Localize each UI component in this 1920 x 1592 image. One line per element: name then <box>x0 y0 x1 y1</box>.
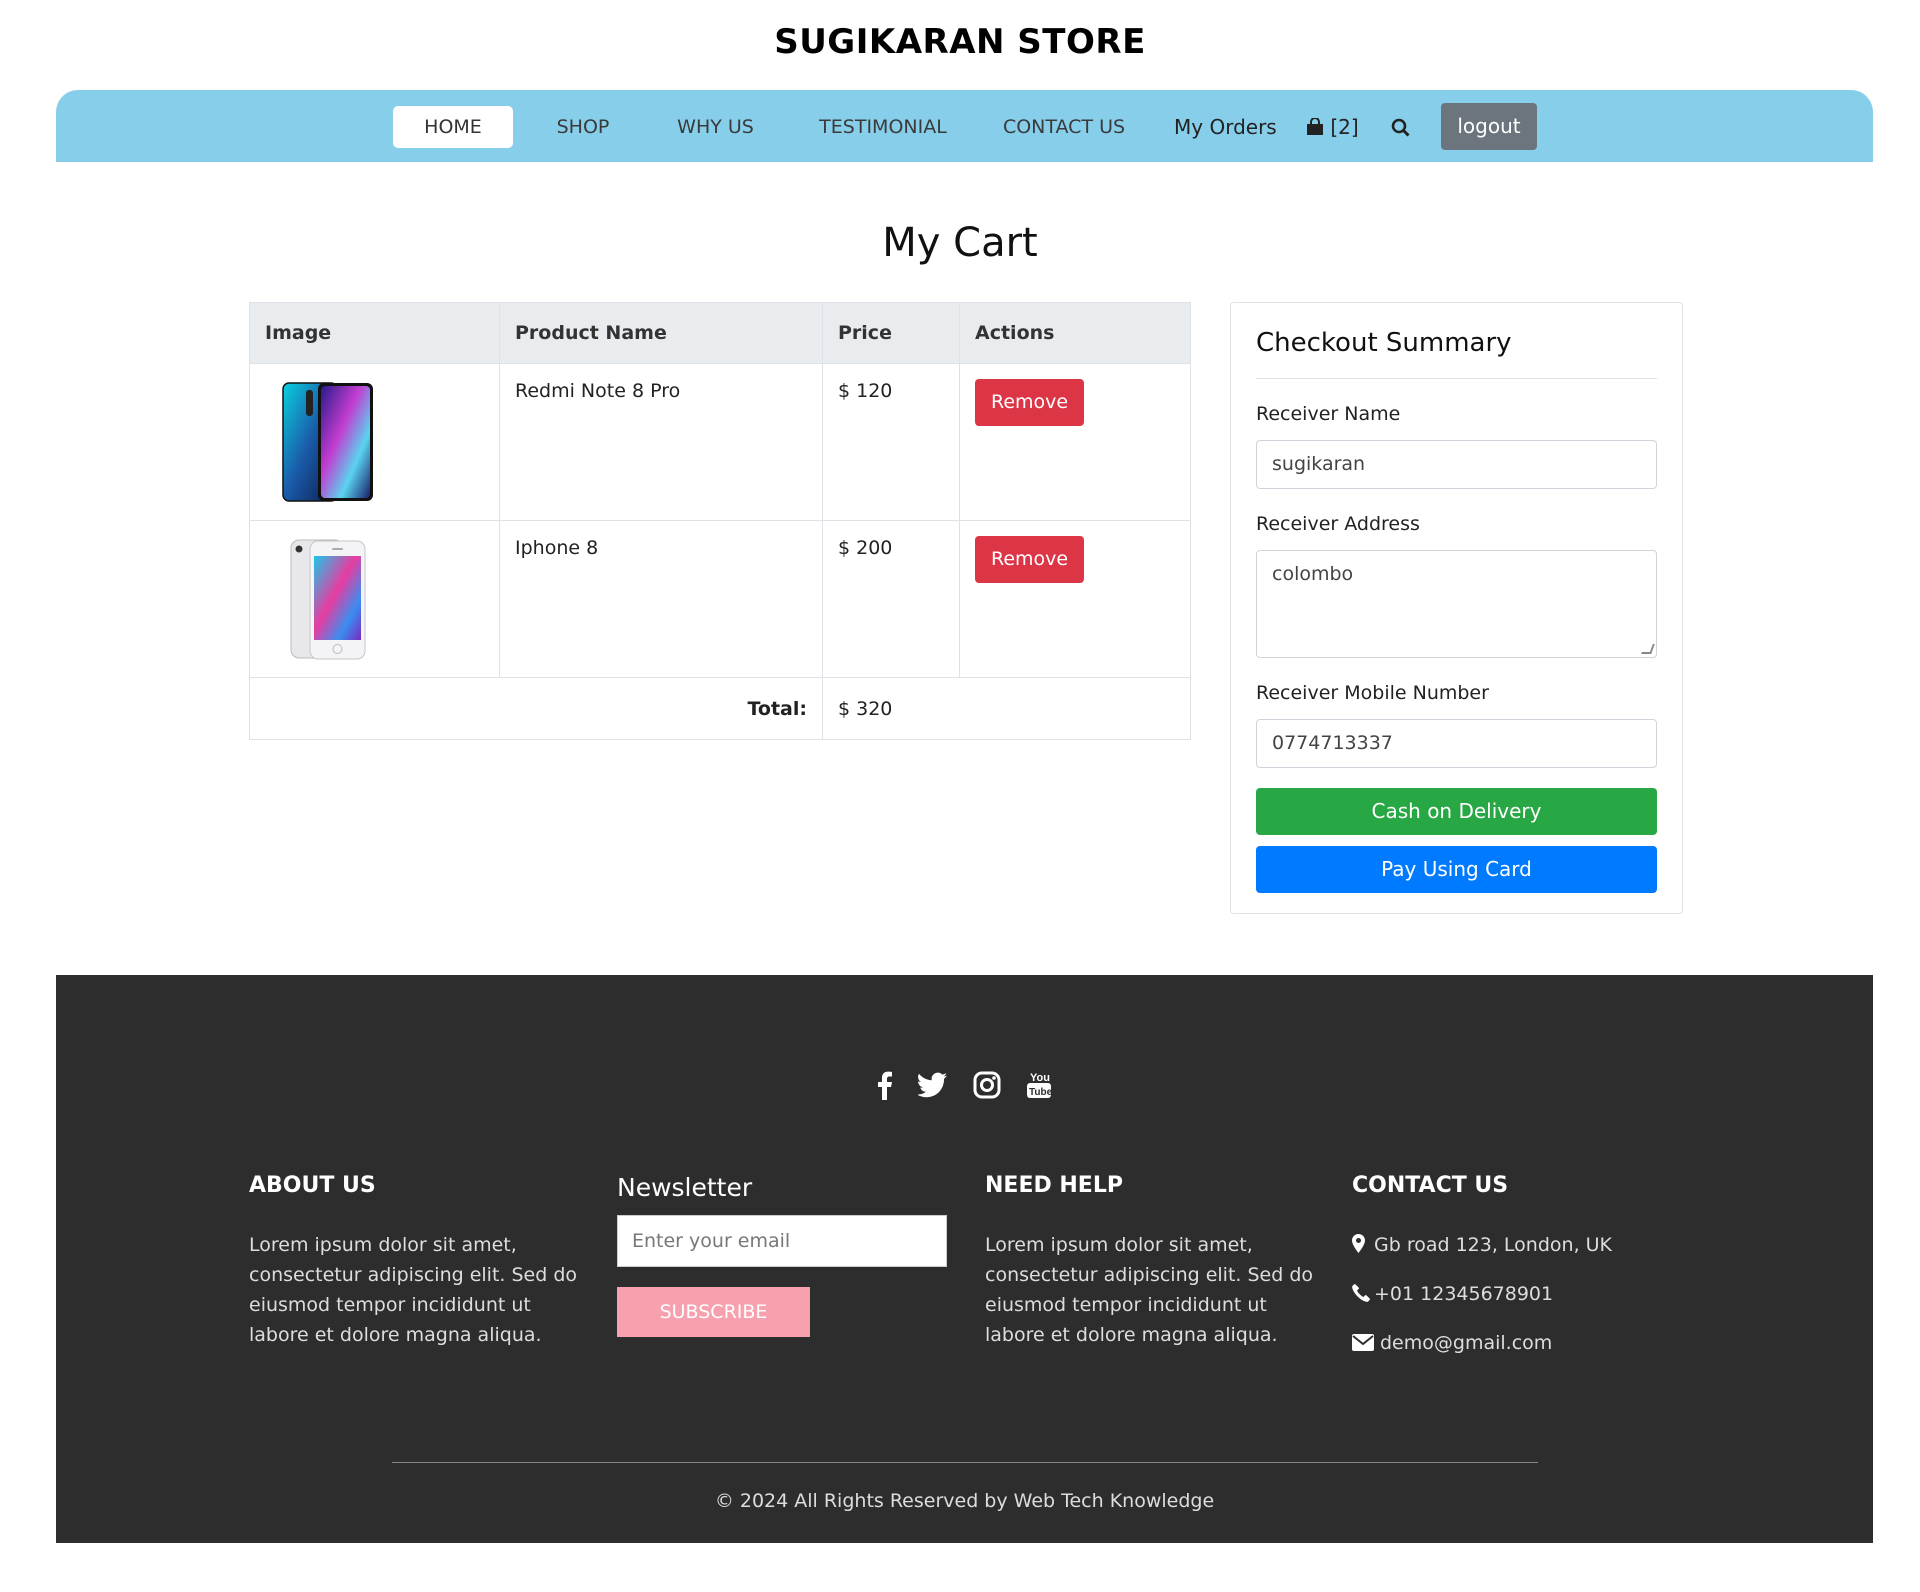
about-us-title: ABOUT US <box>249 1173 376 1198</box>
column-header-image: Image <box>249 302 500 364</box>
social-links: You Tube <box>56 1070 1873 1107</box>
page-title: My Cart <box>882 220 1038 266</box>
contact-address-text: Gb road 123, London, UK <box>1374 1234 1613 1256</box>
contact-phone-text: +01 12345678901 <box>1374 1283 1554 1305</box>
actions-cell: Remove <box>959 363 1191 521</box>
receiver-mobile-label: Receiver Mobile Number <box>1256 682 1489 704</box>
nav-testimonial[interactable]: TESTIMONIAL <box>797 106 969 148</box>
column-header-product-name: Product Name <box>499 302 823 364</box>
contact-email: demo@gmail.com <box>1352 1328 1672 1377</box>
cart-table: Image Product Name Price Actions Redmi N… <box>249 302 1191 740</box>
contact-us-column: CONTACT US Gb road 123, London, UK +01 1… <box>1352 1173 1672 1377</box>
search-icon <box>1391 118 1410 137</box>
product-image-cell <box>249 520 500 678</box>
svg-text:You: You <box>1030 1072 1050 1084</box>
total-label: Total: <box>249 677 823 740</box>
subscribe-button[interactable]: SUBSCRIBE <box>617 1287 810 1337</box>
need-help-title: NEED HELP <box>985 1173 1123 1198</box>
nav-home[interactable]: HOME <box>393 106 513 148</box>
newsletter-email-input[interactable]: Enter your email <box>617 1215 947 1267</box>
map-marker-icon <box>1352 1230 1374 1260</box>
table-row: Iphone 8 $ 200 Remove <box>249 520 1191 678</box>
contact-phone: +01 12345678901 <box>1352 1279 1672 1328</box>
search-button[interactable] <box>1391 106 1410 148</box>
cart-count: [2] <box>1330 115 1359 139</box>
facebook-icon[interactable] <box>877 1070 893 1107</box>
receiver-address-textarea[interactable]: colombo <box>1256 550 1657 658</box>
table-header: Image Product Name Price Actions <box>249 302 1191 364</box>
twitter-icon[interactable] <box>916 1072 948 1105</box>
youtube-icon[interactable]: You Tube <box>1026 1070 1053 1107</box>
receiver-mobile-input[interactable]: 0774713337 <box>1256 719 1657 768</box>
nav-why-us[interactable]: WHY US <box>653 106 778 148</box>
phone-icon <box>1352 1279 1374 1309</box>
pay-using-card-button[interactable]: Pay Using Card <box>1256 846 1657 893</box>
cart-link[interactable]: [2] <box>1306 106 1359 148</box>
checkout-summary-title: Checkout Summary <box>1256 328 1657 379</box>
about-us-text: Lorem ipsum dolor sit amet, consectetur … <box>249 1234 578 1346</box>
remove-button[interactable]: Remove <box>975 536 1085 583</box>
contact-us-title: CONTACT US <box>1352 1173 1509 1198</box>
iphone-image <box>290 539 366 660</box>
product-price: $ 120 <box>822 363 960 521</box>
copyright: © 2024 All Rights Reserved by Web Tech K… <box>714 1490 1215 1512</box>
svg-text:Tube: Tube <box>1029 1087 1052 1098</box>
receiver-name-label: Receiver Name <box>1256 403 1401 425</box>
newsletter-title: Newsletter <box>617 1173 753 1202</box>
cash-on-delivery-button[interactable]: Cash on Delivery <box>1256 788 1657 835</box>
need-help-column: NEED HELP Lorem ipsum dolor sit amet, co… <box>985 1173 1315 1350</box>
envelope-icon <box>1352 1328 1380 1358</box>
column-header-price: Price <box>822 302 960 364</box>
nav-contact-us[interactable]: CONTACT US <box>984 106 1144 148</box>
product-name: Redmi Note 8 Pro <box>499 363 823 521</box>
nav-my-orders[interactable]: My Orders <box>1174 106 1277 148</box>
footer: You Tube ABOUT US Lorem ipsum dolor sit a… <box>56 975 1873 1543</box>
redmi-phone-image <box>282 382 373 502</box>
nav-shop[interactable]: SHOP <box>534 106 632 148</box>
table-row: Redmi Note 8 Pro $ 120 Remove <box>249 363 1191 521</box>
contact-address: Gb road 123, London, UK <box>1352 1230 1672 1279</box>
navbar: HOME SHOP WHY US TESTIMONIAL CONTACT US … <box>56 90 1873 162</box>
instagram-icon[interactable] <box>973 1071 1001 1106</box>
contact-email-text: demo@gmail.com <box>1380 1332 1553 1354</box>
total-row: Total: $ 320 <box>249 677 1191 740</box>
checkout-summary-card: Checkout Summary Receiver Name sugikaran… <box>1230 302 1683 914</box>
product-name: Iphone 8 <box>499 520 823 678</box>
logout-button[interactable]: logout <box>1441 103 1537 150</box>
receiver-name-input[interactable]: sugikaran <box>1256 440 1657 489</box>
product-price: $ 200 <box>822 520 960 678</box>
column-header-actions: Actions <box>959 302 1191 364</box>
total-value: $ 320 <box>822 677 1191 740</box>
shopping-bag-icon <box>1307 117 1323 135</box>
remove-button[interactable]: Remove <box>975 379 1085 426</box>
newsletter-column: Newsletter Enter your email SUBSCRIBE <box>617 1173 947 1337</box>
need-help-text: Lorem ipsum dolor sit amet, consectetur … <box>985 1234 1314 1346</box>
store-title: SUGIKARAN STORE <box>774 22 1146 62</box>
receiver-address-label: Receiver Address <box>1256 513 1420 535</box>
about-us-column: ABOUT US Lorem ipsum dolor sit amet, con… <box>249 1173 579 1350</box>
product-image-cell <box>249 363 500 521</box>
actions-cell: Remove <box>959 520 1191 678</box>
footer-divider <box>392 1462 1538 1463</box>
